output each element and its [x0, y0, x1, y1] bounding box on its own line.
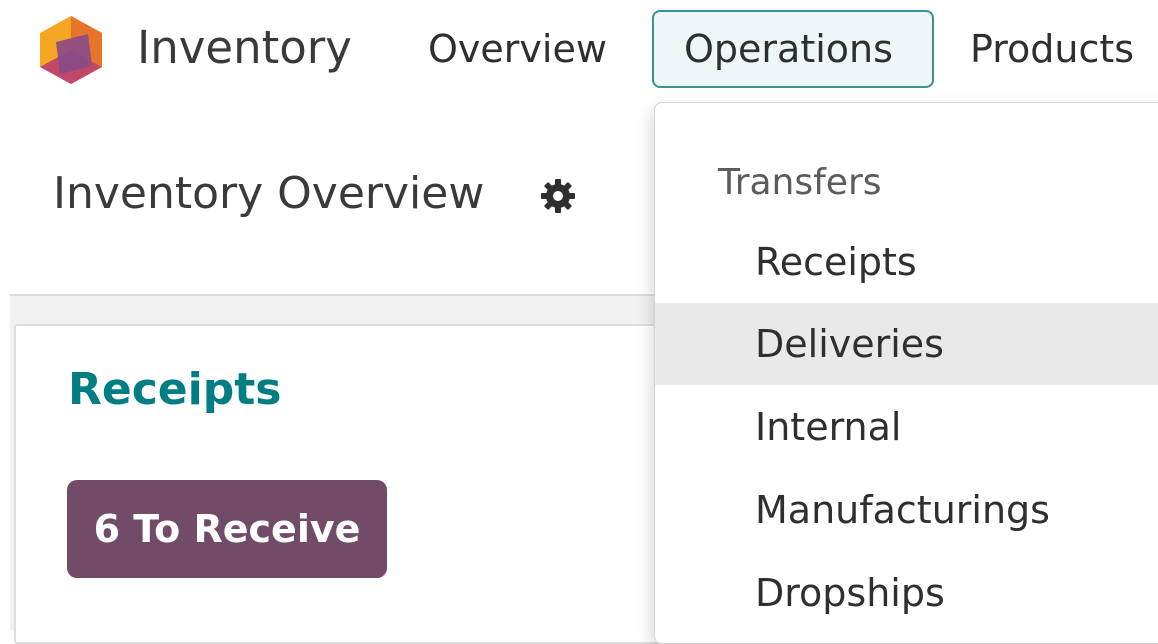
nav-menu-overview[interactable]: Overview: [428, 10, 607, 88]
app-name[interactable]: Inventory: [137, 20, 352, 76]
menu-item-receipts[interactable]: Receipts: [655, 221, 1158, 303]
menu-item-manufacturings[interactable]: Manufacturings: [655, 469, 1158, 551]
to-receive-button[interactable]: 6 To Receive: [67, 480, 387, 578]
gear-icon[interactable]: [538, 176, 578, 216]
menu-item-internal[interactable]: Internal: [655, 386, 1158, 468]
nav-menu-products[interactable]: Products: [970, 10, 1134, 88]
top-navbar: Inventory Overview Operations Products: [0, 0, 1158, 100]
page-title: Inventory Overview: [53, 168, 485, 219]
menu-item-dropships[interactable]: Dropships: [655, 552, 1158, 634]
inventory-app-logo[interactable]: [36, 14, 106, 86]
dropdown-section-header: Transfers: [718, 162, 882, 203]
menu-item-deliveries[interactable]: Deliveries: [655, 303, 1158, 385]
nav-menu-operations[interactable]: Operations: [652, 10, 934, 88]
card-title[interactable]: Receipts: [68, 362, 281, 418]
